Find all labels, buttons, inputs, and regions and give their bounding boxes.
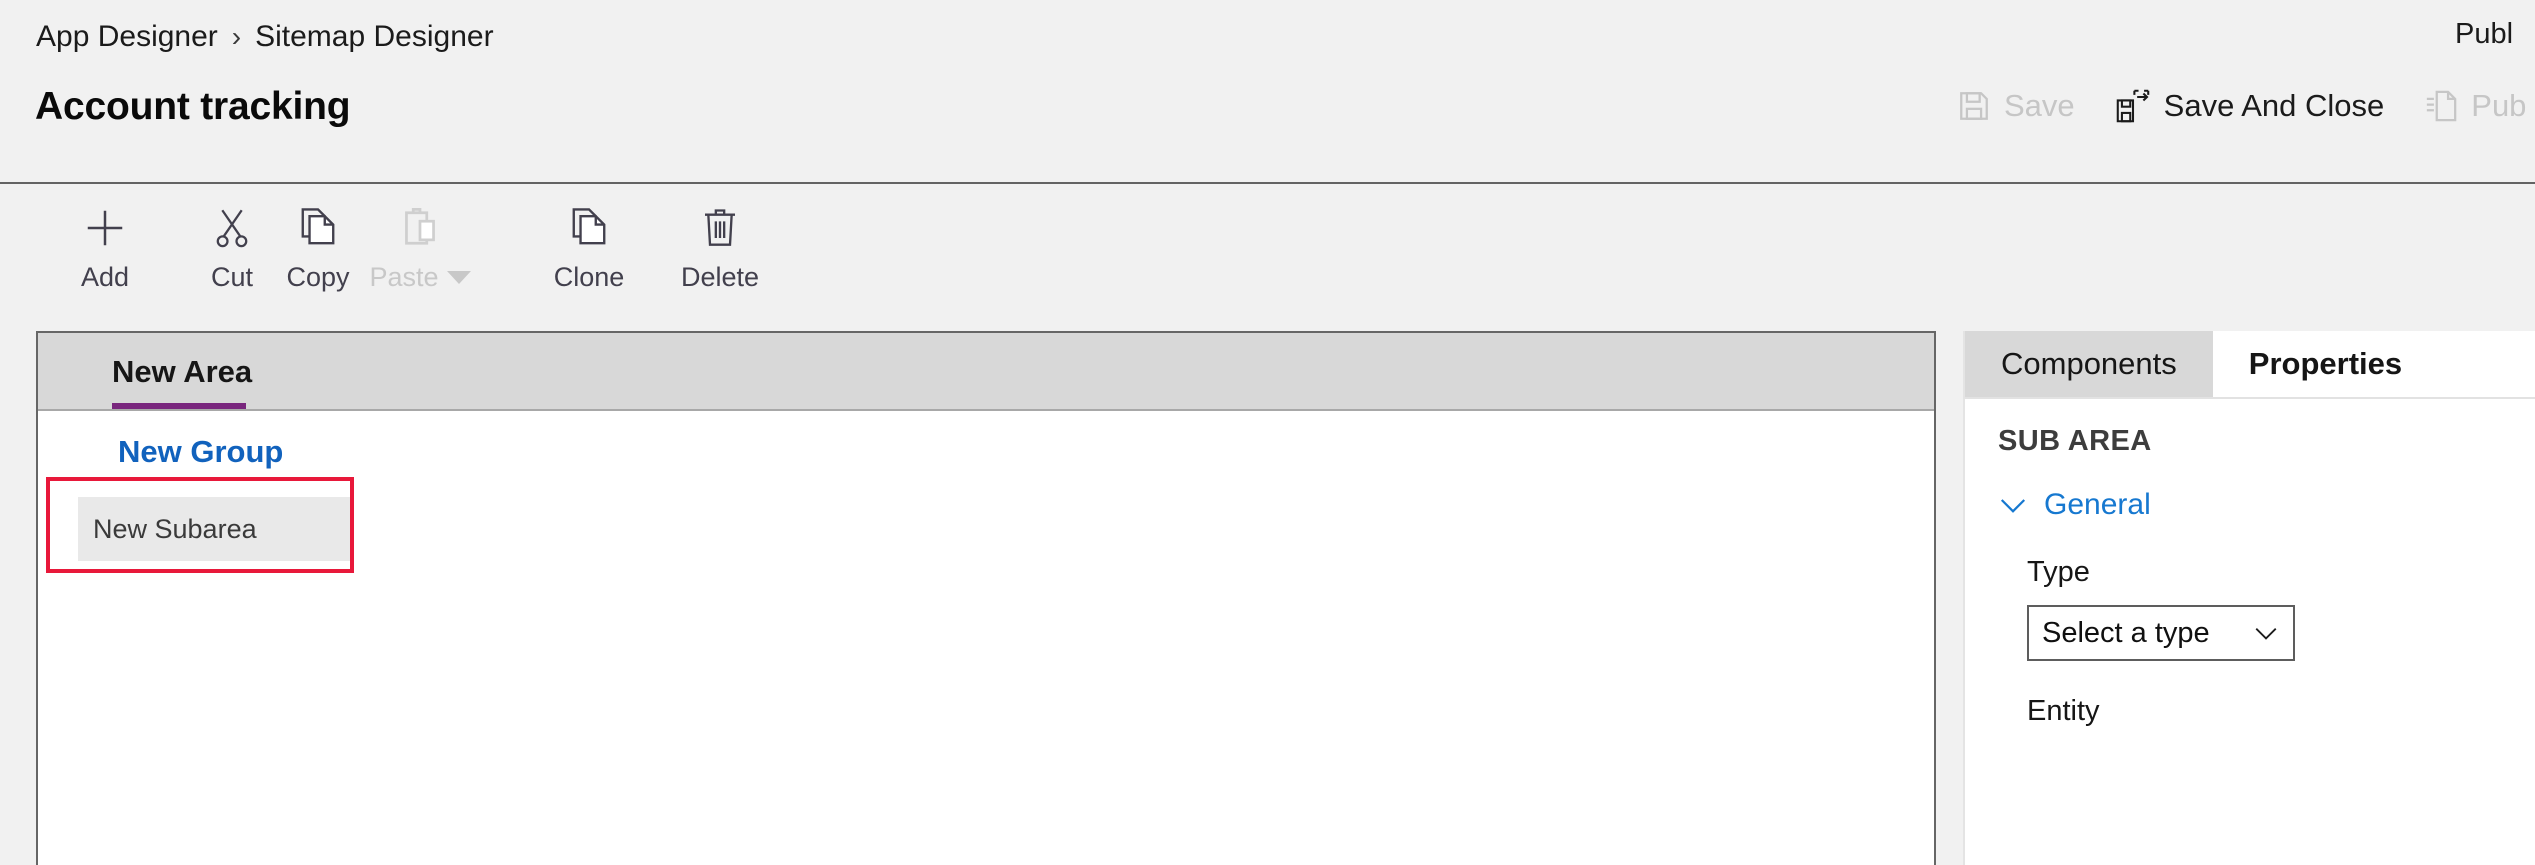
area-tab-label: New Area xyxy=(112,354,253,389)
page-title: Account tracking xyxy=(35,85,351,128)
clipboard-icon xyxy=(399,202,441,254)
group-title-new-group[interactable]: New Group xyxy=(118,434,283,470)
subarea-tile-new-subarea[interactable]: New Subarea xyxy=(78,497,350,561)
area-tab-active-indicator xyxy=(112,403,246,409)
save-button-label: Save xyxy=(2004,88,2075,123)
scissors-icon xyxy=(212,202,252,254)
trash-icon xyxy=(700,202,740,254)
save-button[interactable]: Save xyxy=(1955,84,2077,128)
general-section-toggle[interactable]: General xyxy=(1998,488,2151,522)
paste-label-text: Paste xyxy=(369,262,439,292)
type-select[interactable]: Select a type xyxy=(2027,605,2295,661)
publish-button-label: Pub xyxy=(2471,88,2527,123)
save-and-close-icon xyxy=(2115,88,2151,124)
clone-button-label: Clone xyxy=(553,262,625,292)
area-tab-new-area[interactable]: New Area xyxy=(112,333,268,411)
publish-icon xyxy=(2424,89,2458,123)
chevron-right-icon: › xyxy=(231,21,242,52)
publish-button[interactable]: Pub xyxy=(2422,84,2528,128)
publish-status-text: Publ xyxy=(2455,18,2514,50)
sitemap-canvas: New Area New Group New Subarea xyxy=(36,331,1936,865)
add-button-label: Add xyxy=(80,262,130,292)
copy-icon xyxy=(297,202,339,254)
delete-button-label: Delete xyxy=(680,262,760,292)
save-icon xyxy=(1957,89,1991,123)
page-header: App Designer › Sitemap Designer Account … xyxy=(0,0,2535,184)
save-and-close-button[interactable]: Save And Close xyxy=(2113,84,2387,128)
paste-button[interactable]: Paste xyxy=(340,202,500,312)
entity-field-label: Entity xyxy=(2027,695,2100,727)
tab-properties[interactable]: Properties xyxy=(2212,331,2439,397)
designer-toolbar: Add Cut Copy Paste Clone Delete xyxy=(0,186,2535,331)
subarea-selection-outline: New Subarea xyxy=(46,477,354,573)
clone-button[interactable]: Clone xyxy=(529,202,649,312)
properties-panel: Components Properties SUB AREA General T… xyxy=(1963,331,2535,865)
chevron-down-icon xyxy=(2253,624,2279,642)
breadcrumb-item-sitemap-designer[interactable]: Sitemap Designer xyxy=(255,20,493,54)
general-section-label: General xyxy=(2044,488,2151,521)
plus-icon xyxy=(82,202,128,254)
sitemap-designer-app: App Designer › Sitemap Designer Account … xyxy=(0,0,2535,865)
type-field-label: Type xyxy=(2027,556,2090,588)
breadcrumb-item-app-designer[interactable]: App Designer xyxy=(36,20,218,54)
panel-section-title: SUB AREA xyxy=(1998,425,2152,457)
header-action-bar: Save Save And Close Pub xyxy=(1955,84,2528,128)
breadcrumb: App Designer › Sitemap Designer xyxy=(36,20,494,54)
chevron-down-icon[interactable] xyxy=(446,271,471,284)
subarea-label: New Subarea xyxy=(93,513,257,544)
chevron-down-icon xyxy=(1998,495,2028,515)
add-button[interactable]: Add xyxy=(45,202,165,312)
area-tabstrip: New Area xyxy=(38,333,1934,411)
paste-button-label: Paste xyxy=(369,262,471,293)
clone-icon xyxy=(568,202,610,254)
panel-tablist: Components Properties xyxy=(1965,331,2535,399)
save-and-close-button-label: Save And Close xyxy=(2163,88,2385,123)
cut-button-label: Cut xyxy=(210,262,254,292)
delete-button[interactable]: Delete xyxy=(660,202,780,312)
canvas-body: New Group New Subarea xyxy=(38,411,1934,865)
type-select-value: Select a type xyxy=(2042,616,2210,649)
tab-components[interactable]: Components xyxy=(1965,331,2213,397)
